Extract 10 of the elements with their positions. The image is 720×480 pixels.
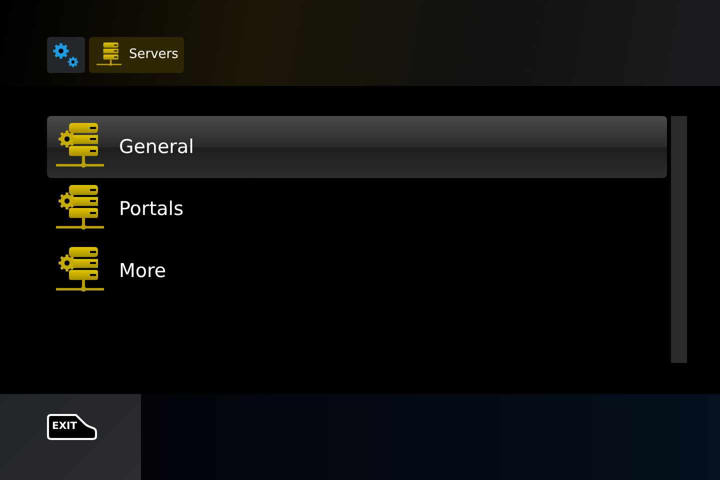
menu-item[interactable]: Portals xyxy=(47,178,667,240)
exit-key[interactable]: EXIT xyxy=(47,414,97,440)
menu-item[interactable]: More xyxy=(47,240,667,302)
server-icon xyxy=(95,42,123,68)
crumb-label: Servers xyxy=(129,46,178,64)
servers-crumb[interactable]: Servers xyxy=(89,37,184,73)
scrollbar[interactable] xyxy=(671,116,687,363)
menu-item[interactable]: General xyxy=(47,116,667,178)
settings-crumb[interactable] xyxy=(47,37,85,73)
settings-icon xyxy=(51,41,81,69)
